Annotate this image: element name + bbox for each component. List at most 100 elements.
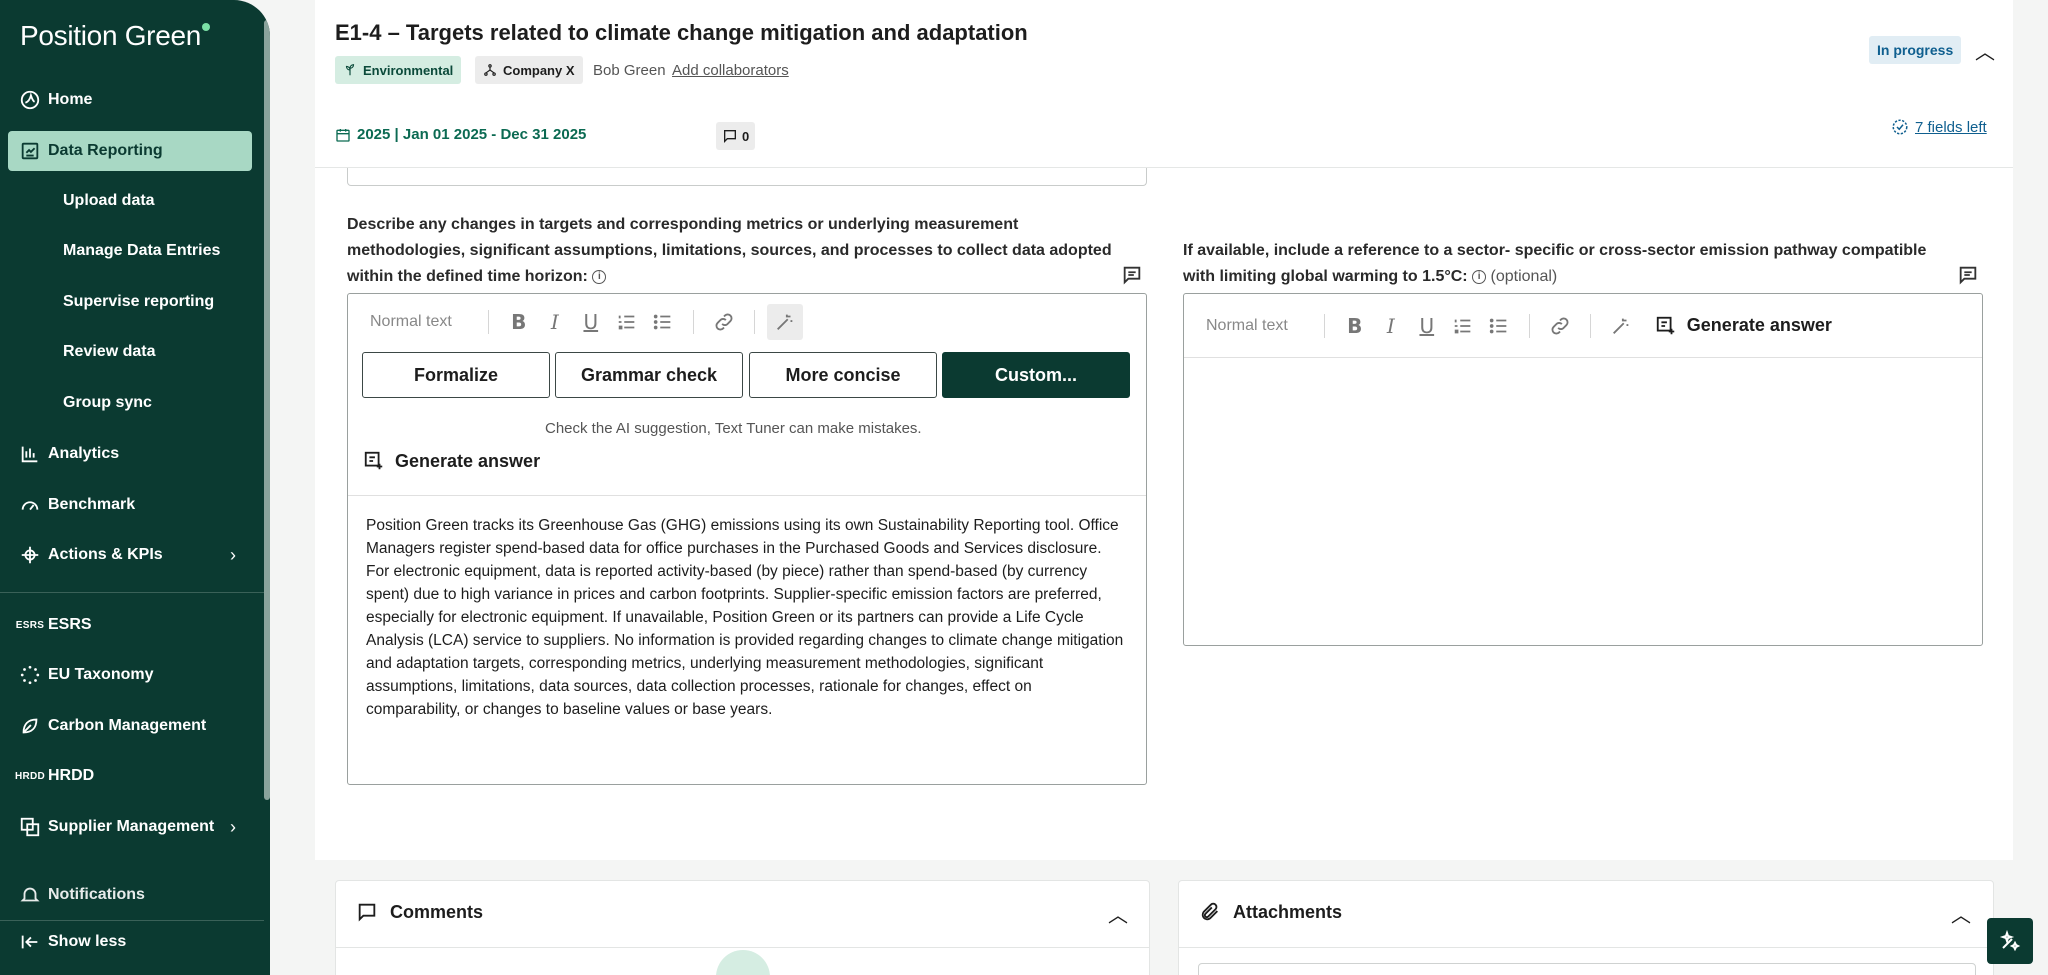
toolbar-divider — [1323, 313, 1325, 338]
sidebar-item-home[interactable]: Home — [8, 80, 252, 120]
comments-header[interactable]: Comments — [356, 901, 483, 923]
generate-answer-button[interactable]: Generate answer — [1655, 315, 1832, 337]
progress-check-icon — [1892, 119, 1908, 135]
generate-answer-button[interactable]: Generate answer — [363, 450, 540, 472]
tag-label: Environmental — [363, 62, 454, 78]
org-icon — [484, 64, 496, 76]
assistant-button[interactable] — [1987, 918, 2033, 964]
company-tag: Company X — [475, 56, 583, 84]
custom-button[interactable]: Custom... — [942, 352, 1130, 398]
sidebar-item-label: Data Reporting — [48, 142, 163, 159]
bullet-list-icon[interactable] — [1481, 308, 1517, 344]
sidebar-item-supplier-management[interactable]: Supplier Management › — [8, 807, 252, 847]
attachments-header[interactable]: Attachments — [1199, 901, 1342, 923]
sidebar-item-upload-data[interactable]: Upload data — [63, 192, 155, 210]
info-icon[interactable]: i — [592, 269, 607, 284]
ordered-list-icon[interactable] — [609, 304, 645, 340]
reporting-period[interactable]: 2025 | Jan 01 2025 - Dec 31 2025 — [335, 126, 586, 143]
left-question-label: Describe any changes in targets and corr… — [347, 212, 1117, 290]
sidebar-item-actions-kpis[interactable]: Actions & KPIs › — [8, 535, 252, 575]
toolbar-divider — [1589, 313, 1591, 338]
comment-icon — [358, 903, 376, 922]
page-scrollbar-track[interactable] — [2013, 0, 2048, 975]
grammar-check-button[interactable]: Grammar check — [555, 352, 743, 398]
sidebar-item-manage-data-entries[interactable]: Manage Data Entries — [63, 242, 220, 260]
sidebar-item-label: Analytics — [48, 445, 120, 462]
sidebar-item-analytics[interactable]: Analytics — [8, 434, 252, 474]
logo: Position Green — [20, 20, 211, 52]
ai-disclaimer: Check the AI suggestion, Text Tuner can … — [545, 420, 922, 437]
bold-icon[interactable]: B — [1337, 308, 1373, 344]
collapse-left-icon — [8, 931, 48, 953]
sidebar-item-label: Supplier Management — [48, 818, 215, 835]
fields-left-link[interactable]: 7 fields left — [1891, 118, 1987, 136]
question-text: Describe any changes in targets and corr… — [347, 216, 1112, 285]
sidebar-item-eu-taxonomy[interactable]: EU Taxonomy — [8, 655, 252, 695]
target-icon — [8, 544, 48, 566]
comment-count: 0 — [742, 128, 750, 144]
home-icon — [8, 89, 48, 111]
sidebar-item-carbon-management[interactable]: Carbon Management — [8, 706, 252, 746]
link-icon[interactable] — [1542, 308, 1578, 344]
attachment-dropzone[interactable] — [1198, 963, 1976, 975]
generate-label: Generate answer — [395, 450, 541, 471]
chevron-up-icon[interactable]: ︿ — [1108, 899, 1128, 928]
sidebar-item-label: HRDD — [48, 767, 95, 784]
info-icon[interactable]: i — [1472, 269, 1487, 284]
italic-icon[interactable]: I — [537, 304, 573, 340]
bold-icon[interactable]: B — [501, 304, 537, 340]
hrdd-icon: HRDD — [14, 770, 46, 782]
toolbar-divider — [487, 310, 489, 334]
attachments-panel: Attachments ︿ — [1178, 880, 1994, 975]
divider — [336, 947, 1149, 948]
underline-icon[interactable]: U — [573, 304, 609, 340]
sidebar-item-benchmark[interactable]: Benchmark — [8, 485, 252, 525]
add-collaborators-link[interactable]: Add collaborators — [672, 62, 789, 79]
bullet-list-icon[interactable] — [645, 304, 681, 340]
right-answer-editor[interactable]: Normal text B I U Generate answer — [1183, 293, 1983, 646]
sidebar-item-label: EU Taxonomy — [48, 666, 154, 683]
magic-wand-icon[interactable] — [1603, 308, 1639, 344]
divider — [348, 495, 1146, 496]
esrs-icon: ESRS — [15, 619, 45, 631]
more-concise-button[interactable]: More concise — [749, 352, 937, 398]
answer-text[interactable]: Position Green tracks its Greenhouse Gas… — [366, 514, 1126, 721]
text-style-select[interactable]: Normal text — [1206, 317, 1288, 335]
ordered-list-icon[interactable] — [1445, 308, 1481, 344]
sidebar-item-supervise-reporting[interactable]: Supervise reporting — [63, 293, 214, 311]
magic-wand-icon[interactable] — [766, 304, 803, 340]
link-icon[interactable] — [706, 304, 742, 340]
logo-dot — [202, 23, 211, 31]
toolbar-divider — [753, 310, 755, 334]
sidebar-item-review-data[interactable]: Review data — [63, 343, 155, 361]
formalize-button[interactable]: Formalize — [362, 352, 550, 398]
sidebar-item-data-reporting[interactable]: Data Reporting — [8, 131, 252, 171]
sidebar-item-esrs[interactable]: ESRS ESRS — [8, 605, 252, 645]
italic-icon[interactable]: I — [1373, 308, 1409, 344]
page-title: E1-4 – Targets related to climate change… — [335, 20, 1028, 45]
sidebar-item-group-sync[interactable]: Group sync — [63, 394, 152, 412]
text-style-select[interactable]: Normal text — [370, 313, 452, 331]
show-less-button[interactable]: Show less — [8, 922, 252, 962]
period-label: 2025 | Jan 01 2025 - Dec 31 2025 — [357, 126, 587, 143]
comment-icon[interactable] — [1957, 264, 1979, 286]
bar-chart-icon — [8, 443, 48, 465]
underline-icon[interactable]: U — [1409, 308, 1445, 344]
sidebar-item-label: Notifications — [48, 886, 145, 903]
sidebar-item-label: ESRS — [48, 616, 92, 633]
comment-count-badge[interactable]: 0 — [716, 122, 756, 150]
chevron-up-icon[interactable]: ︿ — [1951, 899, 1971, 928]
sidebar-scrollbar[interactable] — [264, 20, 270, 800]
show-less-label: Show less — [48, 933, 127, 950]
sidebar-item-notifications[interactable]: Notifications — [8, 880, 252, 910]
logo-text: Position Green — [20, 20, 202, 51]
generate-label: Generate answer — [1686, 315, 1832, 335]
panel-title: Comments — [390, 901, 484, 922]
sidebar-item-label: Home — [48, 91, 93, 108]
paperclip-icon — [1201, 902, 1218, 921]
sidebar-item-hrdd[interactable]: HRDD HRDD — [8, 756, 252, 796]
comment-icon[interactable] — [1121, 264, 1143, 286]
editor-toolbar: Normal text B I U — [348, 294, 803, 350]
fields-left-label: 7 fields left — [1915, 118, 1987, 136]
chevron-up-icon[interactable]: ︿ — [1975, 36, 1995, 65]
